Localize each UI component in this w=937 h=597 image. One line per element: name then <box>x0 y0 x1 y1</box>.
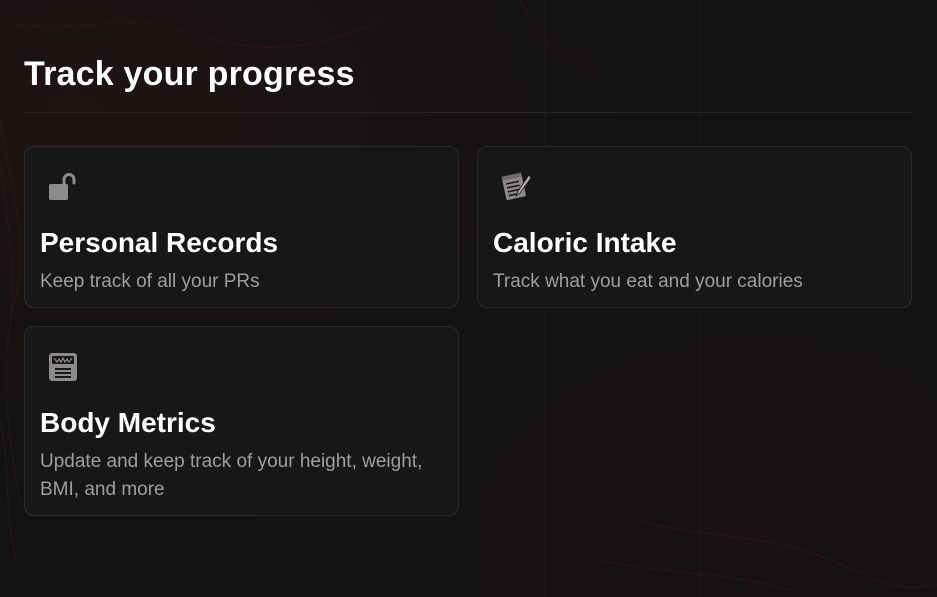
caloric-intake-card[interactable]: Caloric Intake Track what you eat and yo… <box>477 146 912 308</box>
card-title: Caloric Intake <box>493 227 677 258</box>
progress-page: Track your progress Personal Records Kee… <box>0 0 937 597</box>
card-description: Keep track of all your PRs <box>40 271 260 292</box>
title-divider <box>24 112 912 113</box>
personal-records-card[interactable]: Personal Records Keep track of all your … <box>24 146 459 308</box>
notepad-pencil-icon <box>500 171 532 203</box>
unlocked-padlock-icon <box>47 171 79 203</box>
card-description: Update and keep track of your height, we… <box>40 451 423 500</box>
card-title: Body Metrics <box>40 407 216 438</box>
card-title: Personal Records <box>40 227 279 258</box>
body-metrics-card[interactable]: Body Metrics Update and keep track of yo… <box>24 326 459 516</box>
weighing-scale-icon <box>47 351 79 383</box>
page-title: Track your progress <box>24 55 355 93</box>
card-description: Track what you eat and your calories <box>493 271 803 292</box>
